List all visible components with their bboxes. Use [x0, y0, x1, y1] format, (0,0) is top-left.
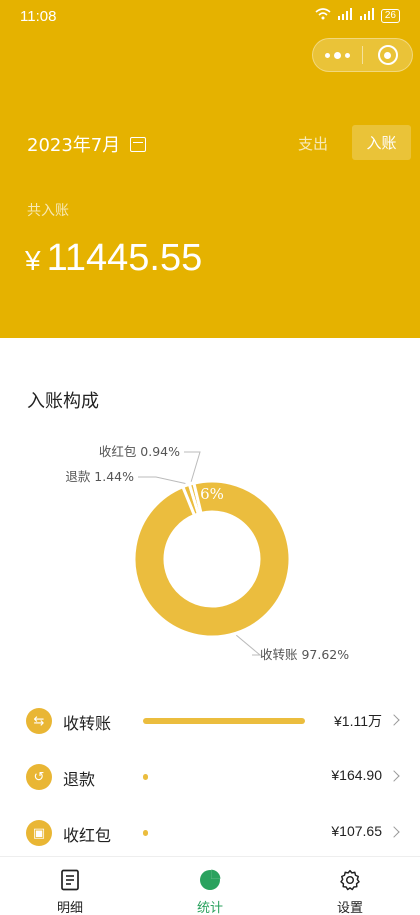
category-label: 收转账 [63, 714, 112, 733]
category-bar-fill [143, 718, 305, 724]
category-value: ¥107.65 [331, 823, 382, 839]
close-button[interactable] [363, 38, 412, 72]
chevron-right-icon [388, 714, 400, 726]
refund-icon: ↺ [26, 764, 52, 790]
section-title: 入账构成 [27, 391, 99, 412]
chevron-right-icon [388, 826, 400, 838]
mini-program-capsule [312, 38, 413, 72]
pie-chart-icon [198, 869, 222, 891]
battery-icon: 26 [380, 8, 400, 23]
signal-icon [337, 8, 353, 23]
more-dot-icon [345, 52, 350, 58]
category-value: ¥164.90 [331, 767, 382, 783]
category-row[interactable]: ⇆ 收转账 ¥1.11万 [0, 694, 420, 750]
status-bar: 11:08 26 [0, 0, 420, 34]
composition-donut-chart: 6% 收红包 0.94% 退款 1.44% 收转账 97.62% [65, 444, 349, 662]
donut-slice-0 [132, 479, 292, 639]
tab-gear[interactable]: 设置 [280, 857, 420, 915]
calendar-icon [130, 136, 147, 152]
category-bar-fill [143, 830, 148, 836]
donut-slice-label: 收红包 0.94% [99, 444, 180, 459]
category-bar-track [143, 718, 305, 724]
status-icons: 26 [315, 8, 400, 23]
tab-bar: 明细 统计 设置 [0, 856, 420, 915]
status-time: 11:08 [20, 8, 57, 25]
donut-leader-line [236, 634, 262, 656]
more-button[interactable] [313, 38, 362, 72]
category-label: 收红包 [63, 826, 112, 845]
gear-icon [338, 869, 362, 891]
tab-document[interactable]: 明细 [0, 857, 140, 915]
signal-icon-2 [359, 8, 375, 23]
total-label: 共入账 [27, 203, 69, 219]
category-value: ¥1.11万 [334, 713, 382, 729]
category-bar-track [143, 830, 305, 836]
tab-label: 统计 [196, 901, 223, 915]
more-dot-icon [325, 52, 330, 58]
red-packet-icon: ▣ [26, 820, 52, 846]
chevron-right-icon [388, 770, 400, 782]
category-bar-track [143, 774, 305, 780]
transfer-icon: ⇆ [26, 708, 52, 734]
date-label: 2023年7月 [27, 135, 121, 156]
document-icon [58, 869, 82, 891]
currency-symbol: ¥ [25, 245, 41, 276]
tab-income[interactable]: 入账 [352, 125, 411, 160]
donut-leader-line [184, 451, 201, 482]
donut-leader-line [138, 476, 186, 485]
category-bar-fill [143, 774, 148, 780]
donut-slice-label: 收转账 97.62% [260, 647, 349, 662]
category-row[interactable]: ▣ 收红包 ¥107.65 [0, 806, 420, 862]
total-amount: ¥ 11445.55 [25, 237, 202, 280]
header: 11:08 26 2023年7月 支出 入账 共入账 ¥ 11445.55 [0, 0, 420, 338]
tab-label: 明细 [56, 901, 83, 915]
donut-slice-label: 退款 1.44% [65, 469, 134, 484]
more-dot-icon [334, 51, 341, 59]
wifi-icon [315, 8, 331, 23]
donut-overlay-label: 6% [200, 485, 224, 503]
tab-label: 设置 [336, 901, 363, 915]
category-label: 退款 [63, 770, 96, 789]
total-value: 11445.55 [46, 237, 203, 279]
category-row[interactable]: ↺ 退款 ¥164.90 [0, 750, 420, 806]
tab-expense[interactable]: 支出 [298, 133, 328, 154]
tab-pie-chart[interactable]: 统计 [140, 857, 280, 915]
target-icon [377, 45, 398, 65]
date-picker[interactable]: 2023年7月 [27, 131, 147, 157]
